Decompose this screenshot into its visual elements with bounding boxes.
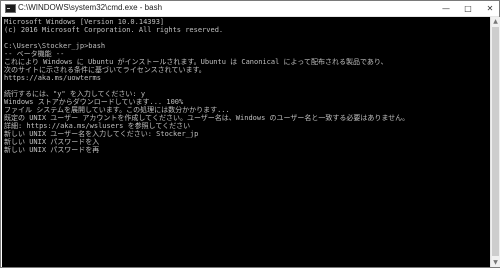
console-line: 既定の UNIX ユーザー アカウントを作成してください。ユーザー名は、Wind…	[4, 114, 410, 122]
scroll-down-icon[interactable]: ▼	[491, 258, 500, 267]
scroll-thumb[interactable]	[492, 27, 499, 256]
maximize-button[interactable]: □	[459, 1, 477, 16]
title-bar[interactable]: C:\WINDOWS\system32\cmd.exe - bash — □ ✕	[1, 1, 499, 17]
console-line: Windows ストアからダウンロードしています... 100%	[4, 98, 184, 106]
console-line: これにより Windows に Ubuntu がインストールされます。Ubunt…	[4, 58, 388, 66]
console-line: C:\Users\Stocker_jp>bash	[4, 42, 106, 50]
console-line: Microsoft Windows [Version 10.0.14393]	[4, 18, 165, 26]
console-line: -- ベータ機能 --	[4, 50, 65, 58]
vertical-scrollbar[interactable]: ▲ ▼	[490, 17, 500, 267]
console-line: https://aka.ms/uowterms	[4, 74, 101, 82]
console-output[interactable]: Microsoft Windows [Version 10.0.14393] (…	[2, 17, 490, 267]
window-title: C:\WINDOWS\system32\cmd.exe - bash	[18, 3, 163, 12]
console-line: 続行するには、"y" を入力してください: y	[4, 90, 146, 98]
console-app-icon	[5, 4, 16, 13]
console-line: 新しい UNIX パスワードを再	[4, 146, 100, 154]
console-line: (c) 2016 Microsoft Corporation. All righ…	[4, 26, 224, 34]
console-line: 新しい UNIX ユーザー名を入力してください: Stocker_jp	[4, 130, 199, 138]
minimize-button[interactable]: —	[437, 1, 455, 16]
cmd-window: C:\WINDOWS\system32\cmd.exe - bash — □ ✕…	[0, 0, 500, 268]
scroll-up-icon[interactable]: ▲	[491, 17, 500, 26]
console-line: 新しい UNIX パスワードを入	[4, 138, 100, 146]
close-button[interactable]: ✕	[481, 1, 499, 16]
console-line: 詳細: https://aka.ms/wslusers を参照してください	[4, 122, 191, 130]
console-line: ファイル システムを展開しています。この処理には数分かかります...	[4, 106, 230, 114]
console-line: 次のサイトに示される条件に基づいてライセンスされています。	[4, 66, 206, 74]
